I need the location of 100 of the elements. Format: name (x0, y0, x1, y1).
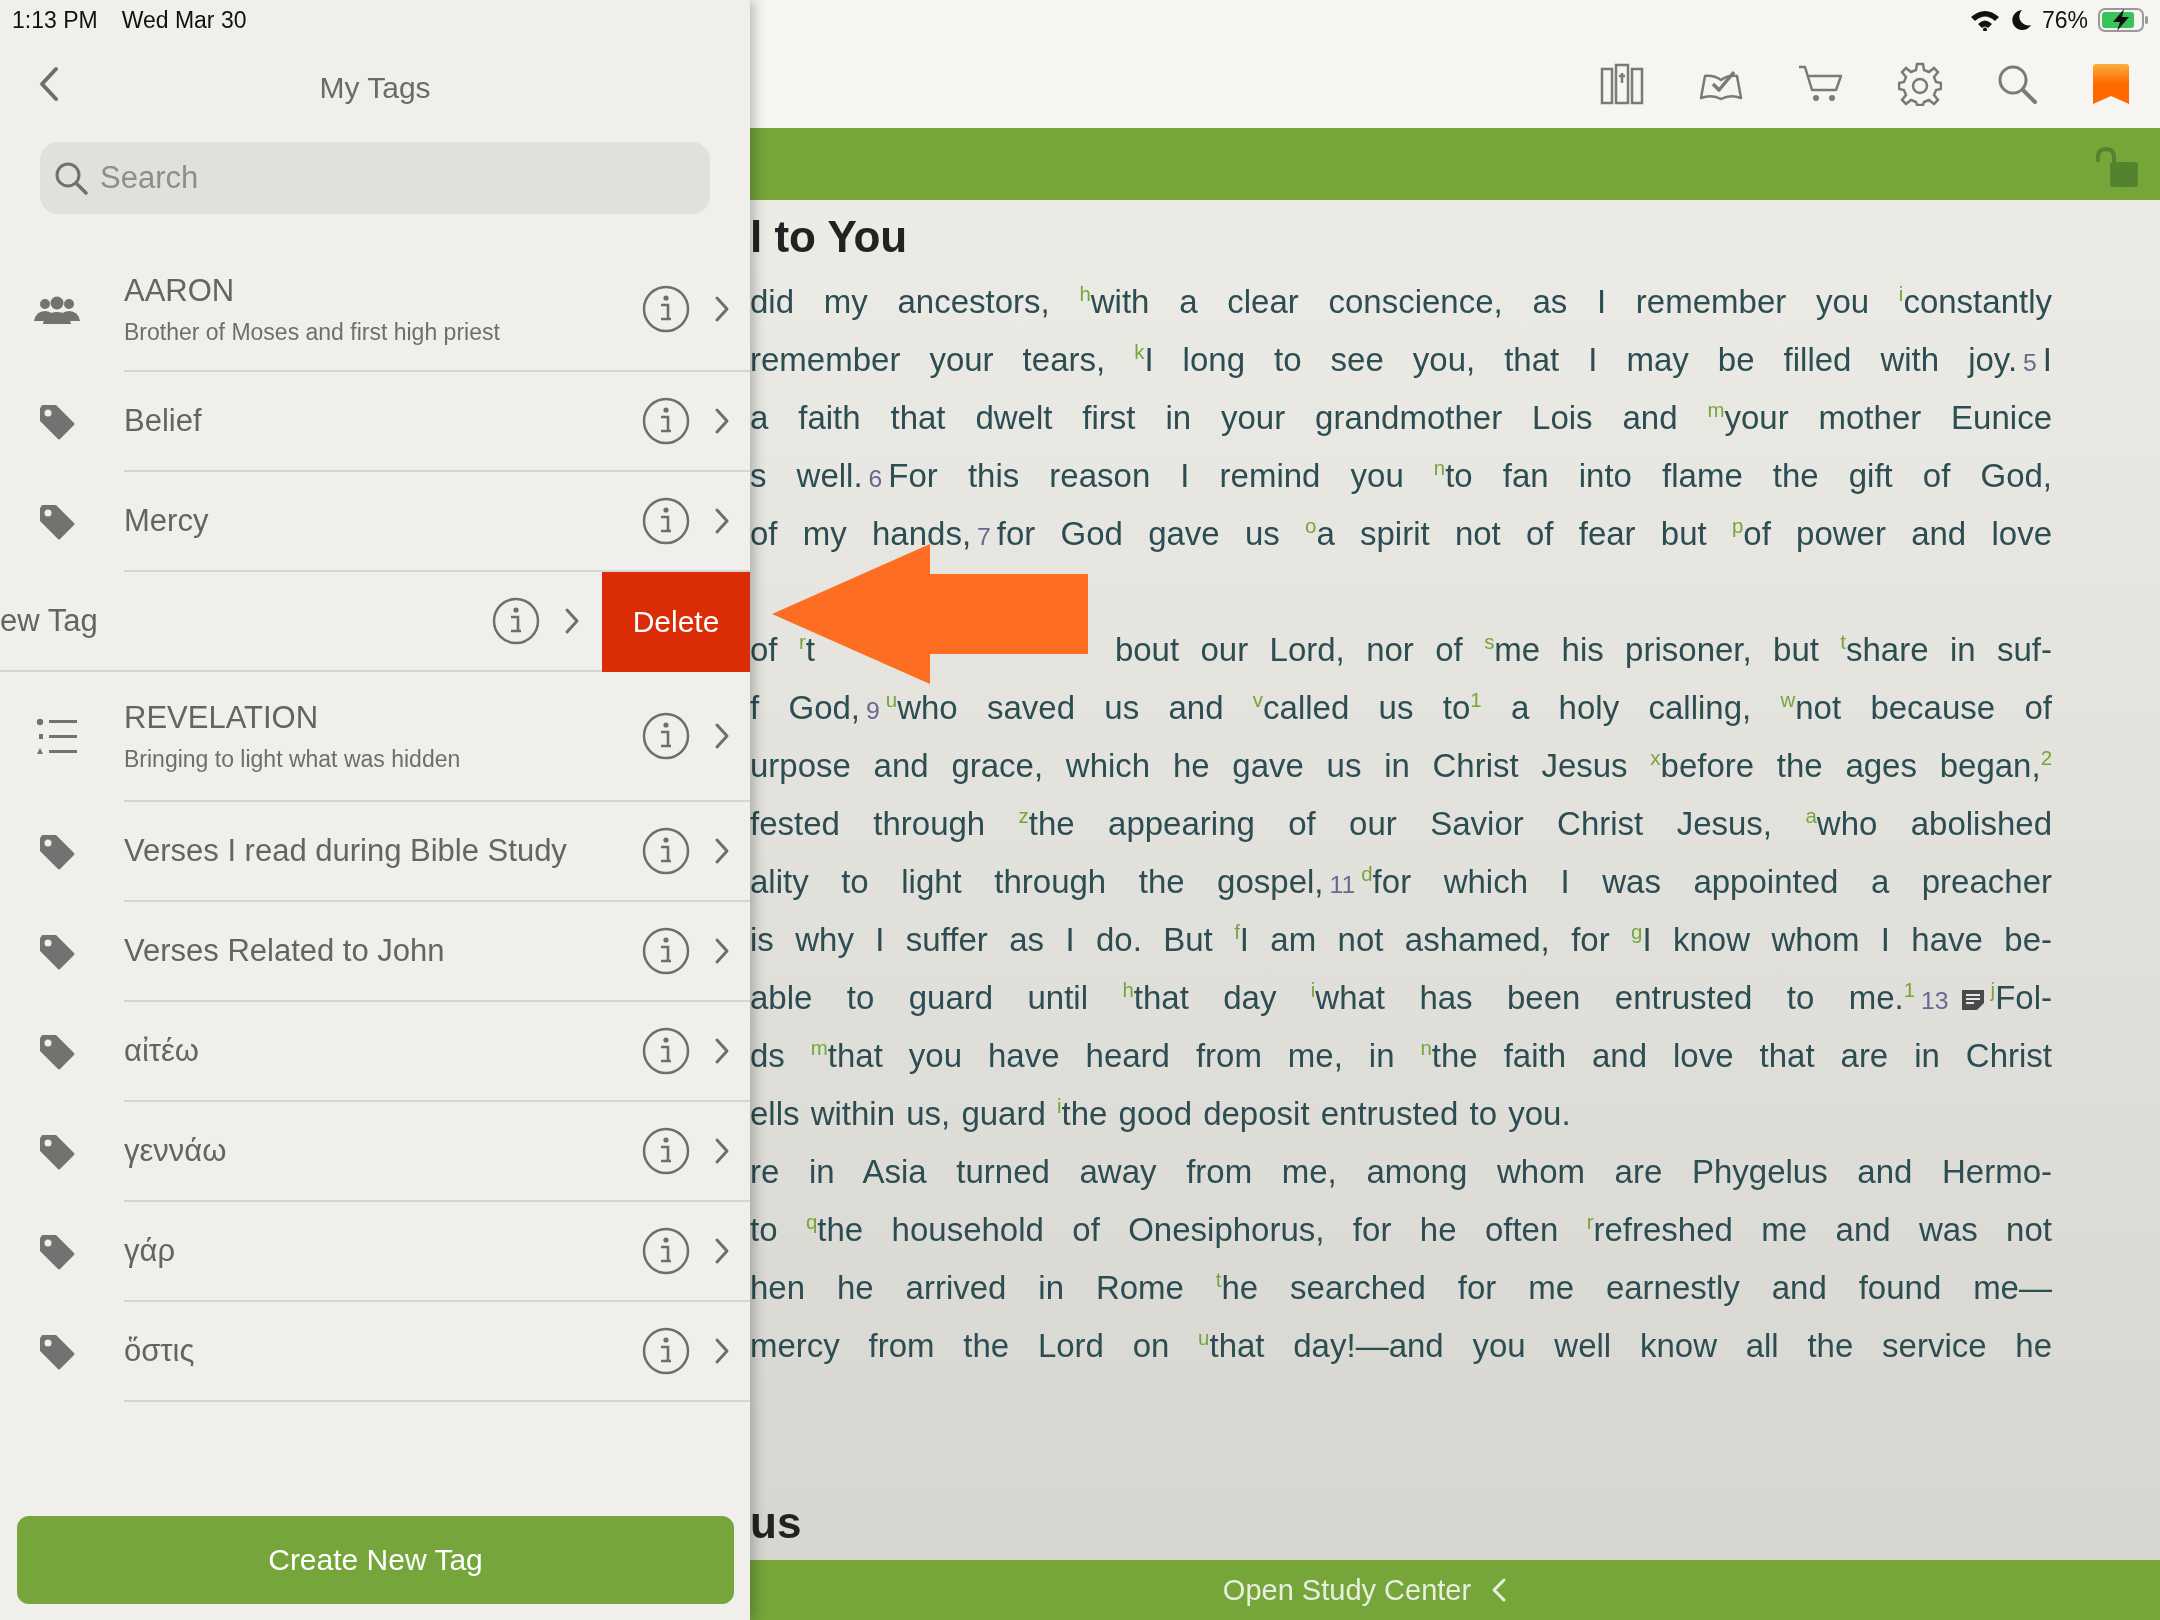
battery-icon (2098, 8, 2150, 32)
create-tag-button[interactable]: Create New Tag (17, 1516, 734, 1604)
verse-text: $^{d}$for which I was appointed a preacher (1361, 863, 2052, 900)
verse-text: mercy from the Lord on $^{u}$that day!—and you well know all the service he (750, 1327, 2052, 1364)
tag-icon (38, 503, 76, 541)
verse-text: bout our Lord, nor of $^{s}$me his prisoner, but $^{t}$share in suf- (1114, 631, 2052, 668)
info-icon[interactable] (642, 712, 690, 760)
chevron-right-icon (714, 1337, 730, 1365)
verse-number: 13 (1920, 987, 1950, 1014)
chevron-right-icon (714, 837, 730, 865)
verse-number: 6 (867, 465, 884, 492)
verse-number: 5 (2022, 349, 2038, 376)
chevron-right-icon (714, 1037, 730, 1065)
tag-icon (38, 403, 76, 441)
chevron-right-icon (714, 722, 730, 750)
delete-button[interactable]: Delete (602, 572, 750, 672)
chevron-right-icon (714, 1137, 730, 1165)
tag-row[interactable]: Belief (0, 372, 750, 472)
info-icon[interactable] (642, 397, 690, 445)
tag-row[interactable]: ὅστις (0, 1302, 750, 1402)
chevron-right-icon (714, 507, 730, 535)
info-icon[interactable] (492, 597, 540, 645)
verse-text: is why I suffer as I do. But $^{f}$I am not ashamed, for $^{g}$I know whom I have be- (750, 921, 2052, 958)
tag-name: Belief (124, 403, 203, 439)
tag-row[interactable]: Verses I read during Bible Study (0, 802, 750, 902)
tag-name: Verses Related to John (124, 933, 446, 969)
verse-text: to $^{q}$the household of Onesiphorus, for he often $^{r}$refreshed me and was not (750, 1211, 2052, 1248)
search-icon (54, 161, 88, 195)
verse-number: 9 (865, 697, 881, 724)
verse-text: of my hands, (750, 515, 972, 552)
tag-row[interactable]: Verses Related to John (0, 902, 750, 1002)
tag-description: Bringing to light what was hidden (124, 745, 462, 773)
verse-text: I (2042, 341, 2052, 378)
panel-title: My Tags (319, 71, 431, 105)
tag-row[interactable]: ew Tag Delete (0, 572, 750, 672)
settings-icon[interactable] (1898, 62, 1942, 106)
tag-row[interactable]: αἰτέω (0, 1002, 750, 1102)
verse-text: re in Asia turned away from me, among whom are Phygelus and Hermo- (750, 1153, 2052, 1190)
verse-text: for God gave us $^{o}$a spirit not of fear but $^{p}$of power and love (996, 515, 2052, 552)
wifi-icon (1969, 9, 2000, 31)
tag-row[interactable]: AARON Brother of Moses and first high priest (0, 248, 750, 372)
tag-icon (38, 833, 76, 871)
info-icon[interactable] (642, 497, 690, 545)
status-time: 1:13 PM (12, 6, 98, 34)
verse-text: ells within us, guard $^{i}$the good deposit entrusted to you. (750, 1095, 1571, 1132)
verse-text: For this reason I remind you $^{n}$to fan into flame the gift of God, (888, 457, 2052, 494)
tag-icon (38, 933, 76, 971)
moon-icon (2009, 8, 2032, 32)
tag-name: γάρ (124, 1233, 177, 1269)
back-button[interactable] (38, 66, 60, 102)
chevron-right-icon (714, 937, 730, 965)
verse-text: did my ancestors, $^{h}$with a clear conscience, as I remember you $^{i}$constantly (750, 283, 2052, 320)
info-icon[interactable] (642, 927, 690, 975)
chevron-right-icon (714, 1237, 730, 1265)
tag-description: Brother of Moses and first high priest (124, 318, 501, 346)
chevron-left-icon (1491, 1577, 1508, 1603)
tag-name: Verses I read during Bible Study (124, 833, 568, 869)
verse-text: of $^{r}$t (750, 631, 815, 668)
note-icon[interactable] (1960, 989, 1985, 1012)
verse-text: hen he arrived in Rome $^{t}$he searched for me earnestly and found me— (750, 1269, 2052, 1306)
section-heading: us (750, 1497, 803, 1549)
cart-icon[interactable] (1798, 64, 1844, 104)
battery-percent: 76% (2041, 6, 2088, 34)
tag-name: REVELATION (124, 699, 320, 736)
info-icon[interactable] (642, 1327, 690, 1375)
library-icon[interactable] (1600, 63, 1644, 105)
verse-text: $^{u}$who saved us and $^{v}$called us to$^{1}$ a holy calling, $^{w}$not because of (885, 689, 2052, 726)
tag-icon (38, 1033, 76, 1071)
verse-text: ality to light through the gospel, (750, 863, 1324, 900)
verse-text: f God, (750, 689, 860, 726)
info-icon[interactable] (642, 1127, 690, 1175)
chevron-right-icon (714, 295, 730, 323)
verse-text: urpose and grace, which he gave us in Christ Jesus $^{x}$before the ages began,$^{2}$ (750, 747, 2052, 784)
verse-text: able to guard until $^{h}$that day $^{i}$what has been entrusted to me.$^{1}$ (750, 979, 1916, 1016)
verse-text: $^{j}$Fol- (1990, 979, 2052, 1016)
info-icon[interactable] (642, 827, 690, 875)
verse-text: a faith that dwelt first in your grandmother Lois and $^{m}$your mother Eunice (750, 399, 2052, 436)
status-date: Wed Mar 30 (121, 6, 247, 34)
tag-icon (38, 1233, 76, 1271)
tag-row[interactable]: γεννάω (0, 1102, 750, 1202)
verse-text: ds $^{m}$that you have heard from me, in $^{n}$the faith and love that are in Christ (750, 1037, 2052, 1074)
tag-icon (38, 1333, 76, 1371)
info-icon[interactable] (642, 285, 690, 333)
tag-name: αἰτέω (124, 1033, 201, 1069)
verse-text: fested through $^{z}$the appearing of our Savior Christ Jesus, $^{a}$who abolished (750, 805, 2052, 842)
info-icon[interactable] (642, 1227, 690, 1275)
info-icon[interactable] (642, 1027, 690, 1075)
bookmark-icon[interactable] (2092, 63, 2130, 105)
list-icon (36, 717, 78, 757)
tag-name: ew Tag (0, 603, 99, 639)
chevron-right-icon (564, 607, 580, 635)
search-field[interactable]: Search (40, 142, 710, 214)
people-icon (32, 295, 82, 325)
search-icon[interactable] (1996, 63, 2038, 105)
verse-number: 7 (976, 523, 992, 550)
tag-row[interactable]: γάρ (0, 1202, 750, 1302)
chevron-right-icon (714, 407, 730, 435)
section-heading: l to You (750, 211, 909, 263)
tag-icon (38, 1133, 76, 1171)
tag-name: γεννάω (124, 1133, 228, 1169)
